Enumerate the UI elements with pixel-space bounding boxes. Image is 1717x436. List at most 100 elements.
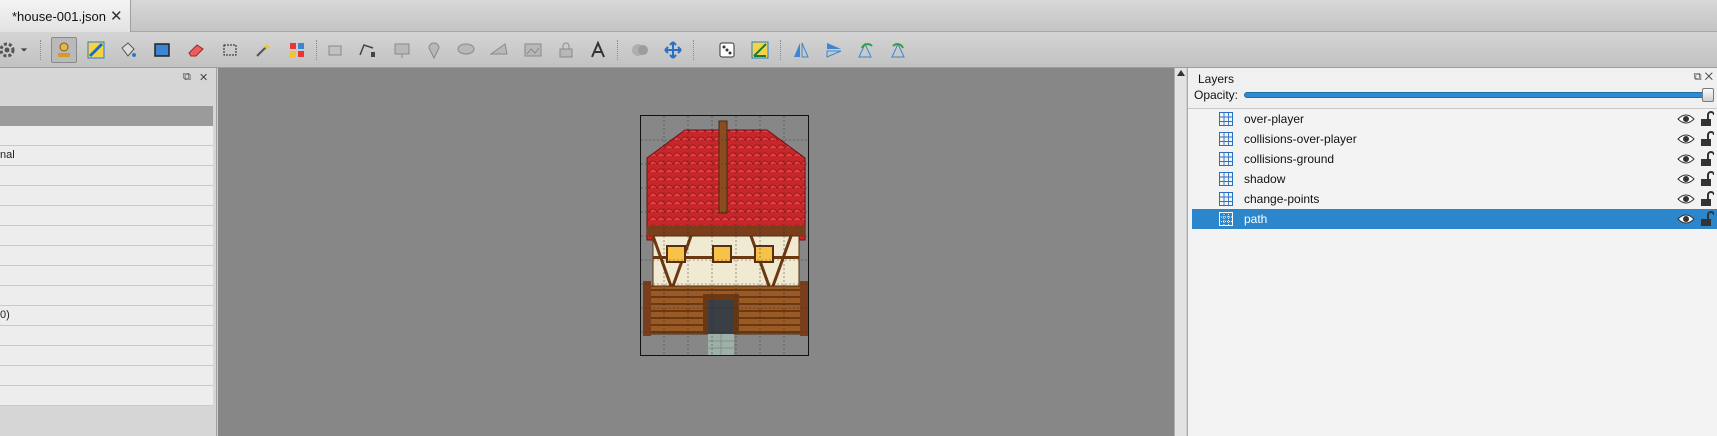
vertical-scrollbar[interactable] [1174,68,1186,436]
property-row[interactable] [0,126,213,146]
magic-wand-icon[interactable] [250,37,276,63]
toolbar-separator [780,40,782,60]
shape-fill-icon[interactable] [149,37,175,63]
layer-row-shadow[interactable]: shadow [1192,169,1717,189]
tab-label: *house-001.json [12,9,106,24]
property-row[interactable] [0,246,213,266]
flip-horizontal-icon[interactable] [788,37,814,63]
layer-row-path[interactable]: path [1192,209,1717,229]
wang-fill-icon[interactable] [660,37,686,63]
layer-row-collisions-ground[interactable]: collisions-ground [1192,149,1717,169]
select-objects-icon[interactable] [323,37,349,63]
terrain-brush-icon[interactable] [83,37,109,63]
layer-row-change-points[interactable]: change-points [1192,189,1717,209]
insert-polygon-icon[interactable] [486,37,512,63]
tab-bar: *house-001.json ✕ [0,0,1717,32]
toolbar [0,32,1717,68]
insert-text-icon[interactable] [585,37,611,63]
toolbar-separator [617,40,619,60]
layer-name: collisions-over-player [1244,132,1357,146]
property-row[interactable]: nal [0,146,213,166]
properties-panel: ⧉ ✕ nal 0) [0,68,217,436]
layers-panel-title: Layers [1198,72,1235,86]
layer-name: shadow [1244,172,1286,186]
scroll-up-icon[interactable] [1177,70,1185,76]
layer-row-collisions-over-player[interactable]: collisions-over-player [1192,129,1717,149]
property-row[interactable] [0,166,213,186]
close-panel-icon[interactable]: ✕ [1705,71,1713,83]
layer-name: change-points [1244,192,1320,206]
insert-template-icon[interactable] [553,37,579,63]
layer-name: collisions-ground [1244,152,1335,166]
tile-layer-icon [1219,132,1233,146]
tab-house-001[interactable]: *house-001.json ✕ [0,0,131,32]
rotate-right-icon[interactable] [886,37,912,63]
layers-panel: Layers ⧉ ✕ Opacity: over-player collision… [1187,68,1717,436]
layer-row-over-player[interactable]: over-player [1192,109,1717,129]
house-tilemap-image [641,116,808,355]
float-panel-icon[interactable]: ⧉ [183,71,191,84]
edit-polygons-icon[interactable] [354,37,380,63]
tile-layer-icon [1219,112,1233,126]
layers-panel-buttons: ⧉ ✕ [1694,71,1713,84]
unlocked-icon[interactable] [1700,131,1714,147]
property-row[interactable] [0,186,213,206]
opacity-label: Opacity: [1194,88,1239,102]
property-row[interactable] [0,386,213,406]
visibility-eye-icon[interactable] [1677,192,1695,206]
rect-select-icon[interactable] [217,37,243,63]
bucket-fill-icon[interactable] [115,37,141,63]
visibility-eye-icon[interactable] [1677,152,1695,166]
unlocked-icon[interactable] [1700,191,1714,207]
eraser-icon[interactable] [183,37,209,63]
toolbar-separator [40,40,42,60]
stamp-brush-icon[interactable] [51,37,77,63]
property-row[interactable]: 0) [0,306,213,326]
tile-layer-icon [1219,172,1233,186]
insert-tile-icon[interactable] [520,37,546,63]
insert-rectangle-icon[interactable] [389,37,415,63]
visibility-eye-icon[interactable] [1677,132,1695,146]
dice-icon[interactable] [714,37,740,63]
layer-list: over-player collisions-over-player collisi… [1188,108,1717,436]
property-row[interactable] [0,326,213,346]
layer-name: over-player [1244,112,1305,126]
tile-layer-icon [1219,212,1233,226]
property-value: 0) [0,309,10,321]
unlocked-icon[interactable] [1700,171,1714,187]
property-row[interactable] [0,206,213,226]
property-row[interactable] [0,346,213,366]
insert-ellipse-icon[interactable] [453,37,479,63]
float-panel-icon[interactable]: ⧉ [1694,71,1702,83]
visibility-eye-icon[interactable] [1677,112,1695,126]
property-row[interactable] [0,286,213,306]
unlocked-icon[interactable] [1700,151,1714,167]
tile-layer-icon [1219,152,1233,166]
visibility-eye-icon[interactable] [1677,212,1695,226]
property-row[interactable] [0,366,213,386]
unlocked-icon[interactable] [1700,211,1714,227]
map-view[interactable] [640,115,809,356]
layer-name: path [1244,212,1268,226]
select-same-tile-icon[interactable] [284,37,310,63]
flip-vertical-icon[interactable] [821,37,847,63]
close-icon[interactable]: ✕ [110,7,123,25]
gear-icon[interactable] [0,37,20,63]
property-row[interactable] [0,266,213,286]
tile-layer-icon [1219,192,1233,206]
rotate-left-icon[interactable] [853,37,879,63]
visibility-eye-icon[interactable] [1677,172,1695,186]
close-panel-icon[interactable]: ✕ [199,71,208,84]
property-row[interactable] [0,226,213,246]
opacity-slider-handle[interactable] [1702,88,1714,102]
chevron-down-icon[interactable] [18,37,30,63]
properties-header-row [0,106,213,126]
panel-header: ⧉ ✕ [0,68,217,88]
toolbar-separator [316,40,318,60]
insert-point-icon[interactable] [421,37,447,63]
random-mode-icon[interactable] [627,37,653,63]
unlocked-icon[interactable] [1700,111,1714,127]
opacity-slider-track[interactable] [1244,92,1706,98]
toolbar-separator [693,40,695,60]
stamp-flip-icon[interactable] [747,37,773,63]
